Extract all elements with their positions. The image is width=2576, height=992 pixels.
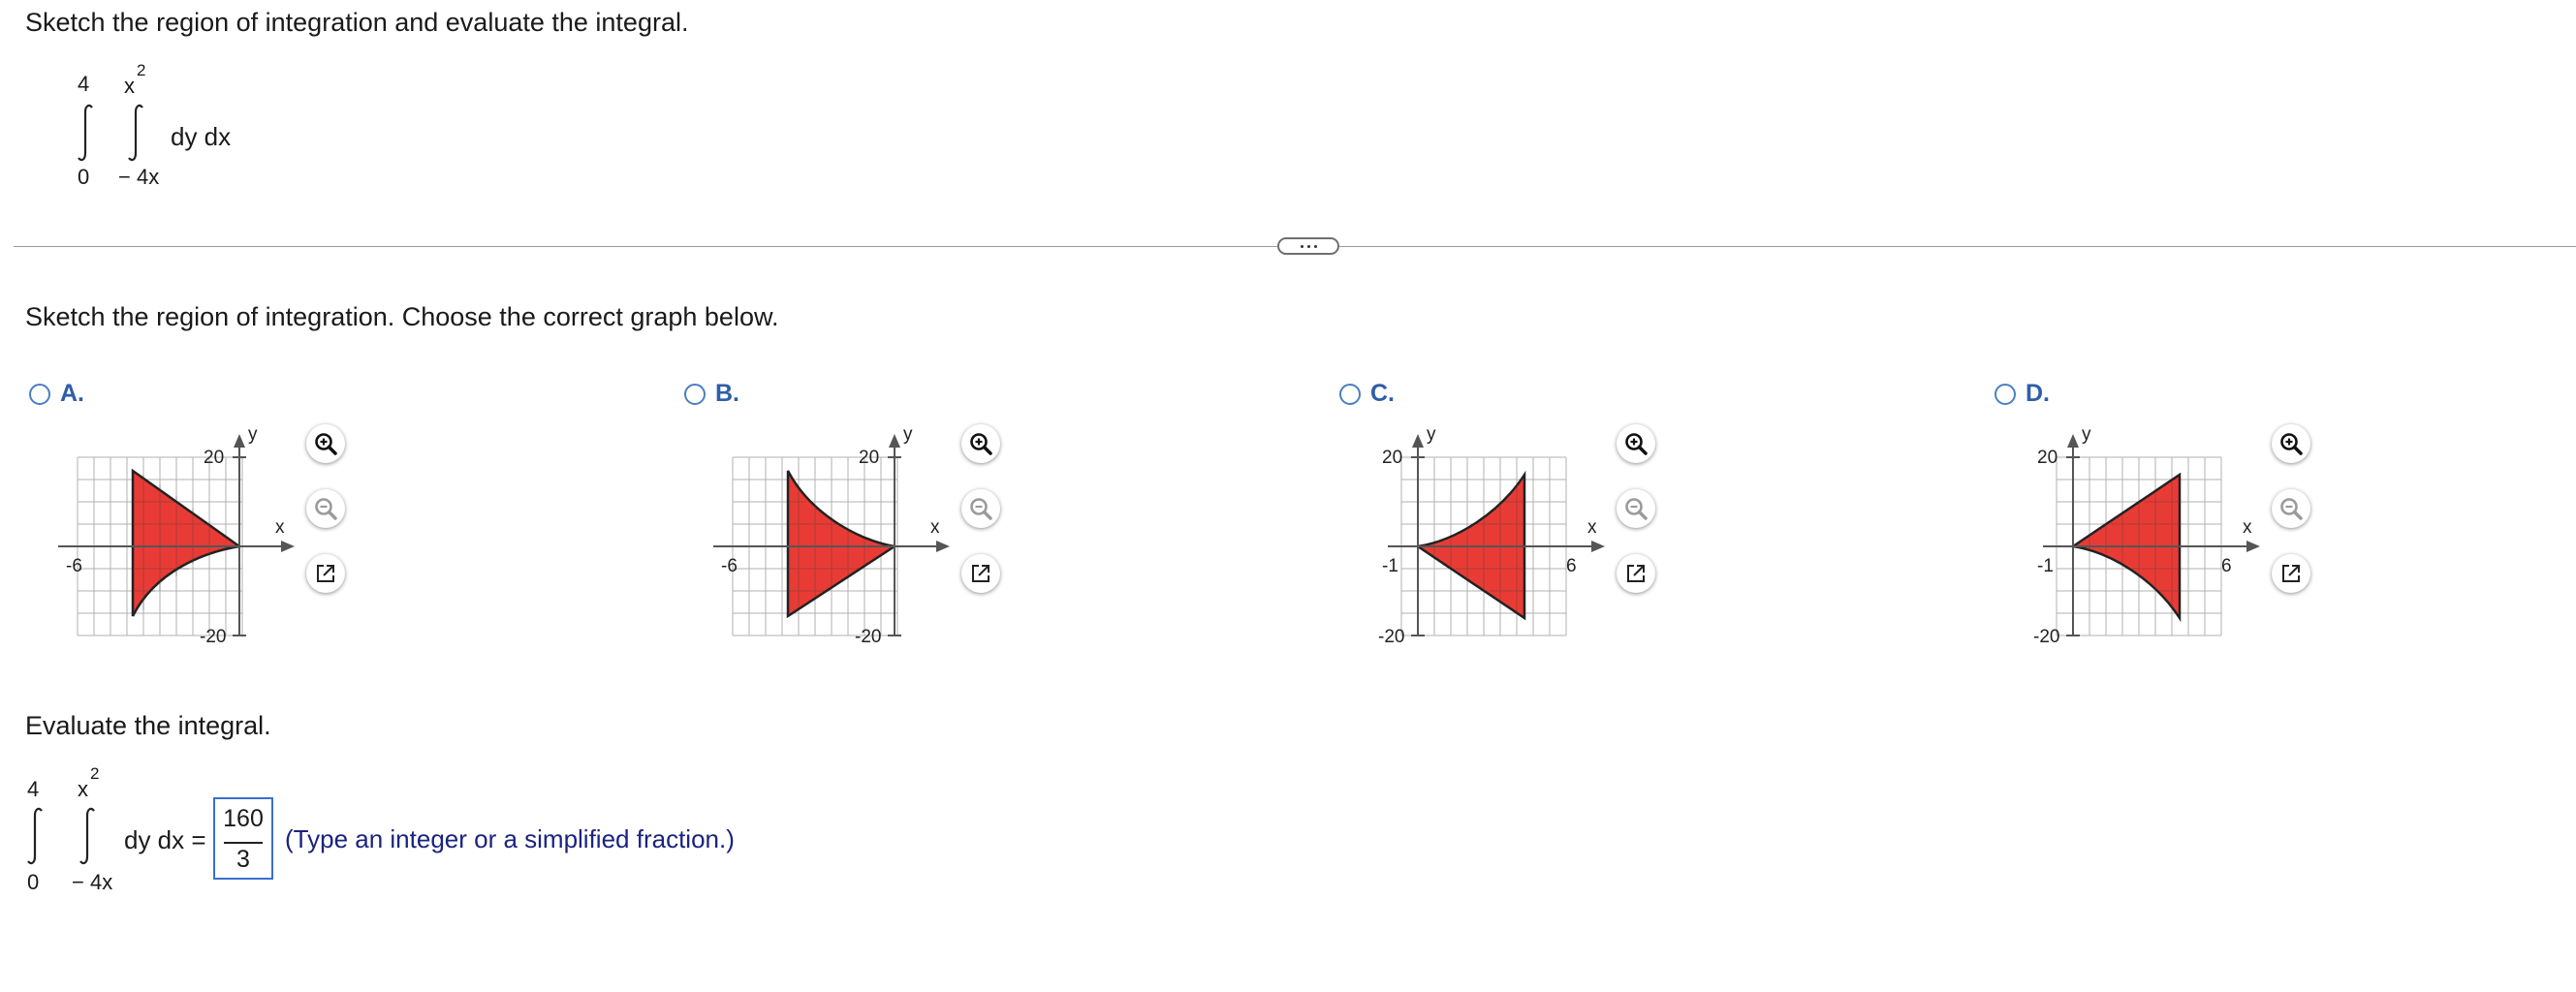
x-tick-right-c: 6 <box>1566 556 1577 576</box>
option-b-label: B. <box>715 380 739 407</box>
outer-integral-sign <box>78 104 93 162</box>
region-b <box>786 470 898 619</box>
zoom-in-button-d[interactable] <box>2272 424 2310 463</box>
popout-icon <box>1627 565 1645 582</box>
graph-b: y x 20 -20 -6 <box>713 424 950 647</box>
y-label-b: y <box>903 424 913 445</box>
zoom-out-icon <box>315 498 337 520</box>
zoom-out-button-d[interactable] <box>2272 489 2310 528</box>
question-integral: 4 x 2 dy dx 0 − 4x <box>68 58 262 194</box>
option-c-label: C. <box>1370 380 1395 407</box>
graph-c: y x 20 -20 -1 6 <box>1378 424 1605 647</box>
inner-upper-limit-exp: 2 <box>137 61 146 79</box>
option-d-label: D. <box>2026 380 2050 407</box>
fraction-bar <box>224 842 263 844</box>
zoom-out-button-a[interactable] <box>306 489 345 528</box>
outer-lower-limit: 0 <box>78 165 90 189</box>
zoom-out-icon <box>1625 498 1648 520</box>
zoom-in-icon <box>2280 433 2303 455</box>
answer-inner-integral-sign <box>79 807 95 865</box>
popout-icon <box>317 565 334 582</box>
popout-button-b[interactable] <box>961 554 1000 593</box>
answer-inner-upper-base: x <box>78 777 88 801</box>
y-top-c: 20 <box>1382 448 1402 468</box>
integrand: dy dx <box>171 122 232 151</box>
x-tick-a: -6 <box>66 556 82 576</box>
popout-button-d[interactable] <box>2272 554 2310 593</box>
answer-hint: (Type an integer or a simplified fractio… <box>285 824 735 853</box>
option-b[interactable]: B. <box>684 380 739 408</box>
zoom-out-icon <box>970 498 992 520</box>
radio-c[interactable] <box>1339 383 1361 405</box>
y-bottom-b: -20 <box>855 627 881 647</box>
answer-denominator[interactable]: 3 <box>215 846 271 874</box>
y-bottom-d: -20 <box>2033 627 2059 647</box>
y-bottom-a: -20 <box>200 627 226 647</box>
x-tick-left-c: -1 <box>1382 556 1398 576</box>
zoom-in-icon <box>1625 433 1648 455</box>
popout-button-c[interactable] <box>1617 554 1655 593</box>
graph-d: y x 20 -20 -1 6 <box>2033 424 2260 647</box>
answer-fraction-field[interactable]: 160 3 <box>213 797 273 880</box>
more-button[interactable] <box>1277 237 1339 255</box>
option-a[interactable]: A. <box>29 380 84 408</box>
x-tick-right-d: 6 <box>2221 556 2232 576</box>
popout-icon <box>2282 565 2300 582</box>
x-label-c: x <box>1587 517 1597 538</box>
option-c[interactable]: C. <box>1339 380 1395 408</box>
x-label-d: x <box>2243 517 2252 538</box>
y-bottom-c: -20 <box>1378 627 1404 647</box>
zoom-in-button-a[interactable] <box>306 424 345 463</box>
answer-inner-lower: − 4x <box>72 870 113 894</box>
answer-outer-upper: 4 <box>27 777 40 801</box>
zoom-in-icon <box>315 433 337 455</box>
part2-instruction: Evaluate the integral. <box>25 711 271 740</box>
x-tick-b: -6 <box>721 556 738 576</box>
question-prompt: Sketch the region of integration and eva… <box>25 8 689 37</box>
y-label-d: y <box>2082 424 2091 445</box>
inner-integral-sign <box>128 104 143 162</box>
option-a-label: A. <box>60 380 84 407</box>
radio-b[interactable] <box>684 383 706 405</box>
answer-integral: 4 x 2 dy dx = 0 − 4x <box>21 761 215 897</box>
popout-icon <box>972 565 990 582</box>
popout-button-a[interactable] <box>306 554 345 593</box>
x-label-a: x <box>275 517 285 538</box>
radio-a[interactable] <box>29 383 50 405</box>
zoom-in-icon <box>970 433 992 455</box>
inner-lower-limit: − 4x <box>118 165 160 189</box>
y-top-b: 20 <box>859 448 879 468</box>
zoom-out-button-c[interactable] <box>1617 489 1655 528</box>
answer-outer-integral-sign <box>27 807 43 865</box>
y-label-c: y <box>1427 424 1436 445</box>
zoom-in-button-b[interactable] <box>961 424 1000 463</box>
x-label-b: x <box>930 517 940 538</box>
radio-d[interactable] <box>1995 383 2016 405</box>
y-top-a: 20 <box>204 448 224 468</box>
answer-outer-lower: 0 <box>27 870 40 894</box>
x-tick-left-d: -1 <box>2037 556 2054 576</box>
part1-instruction: Sketch the region of integration. Choose… <box>25 302 779 331</box>
outer-upper-limit: 4 <box>78 72 90 96</box>
answer-integrand: dy dx = <box>124 825 206 854</box>
graph-a: y x 20 -20 -6 <box>58 424 295 647</box>
answer-inner-upper-exp: 2 <box>90 764 100 783</box>
y-label-a: y <box>248 424 258 445</box>
zoom-out-icon <box>2280 498 2303 520</box>
region-a <box>131 468 243 617</box>
option-d[interactable]: D. <box>1995 380 2050 408</box>
answer-numerator[interactable]: 160 <box>215 805 271 833</box>
zoom-in-button-c[interactable] <box>1617 424 1655 463</box>
y-top-d: 20 <box>2037 448 2058 468</box>
inner-upper-limit-base: x <box>124 74 135 98</box>
zoom-out-button-b[interactable] <box>961 489 1000 528</box>
